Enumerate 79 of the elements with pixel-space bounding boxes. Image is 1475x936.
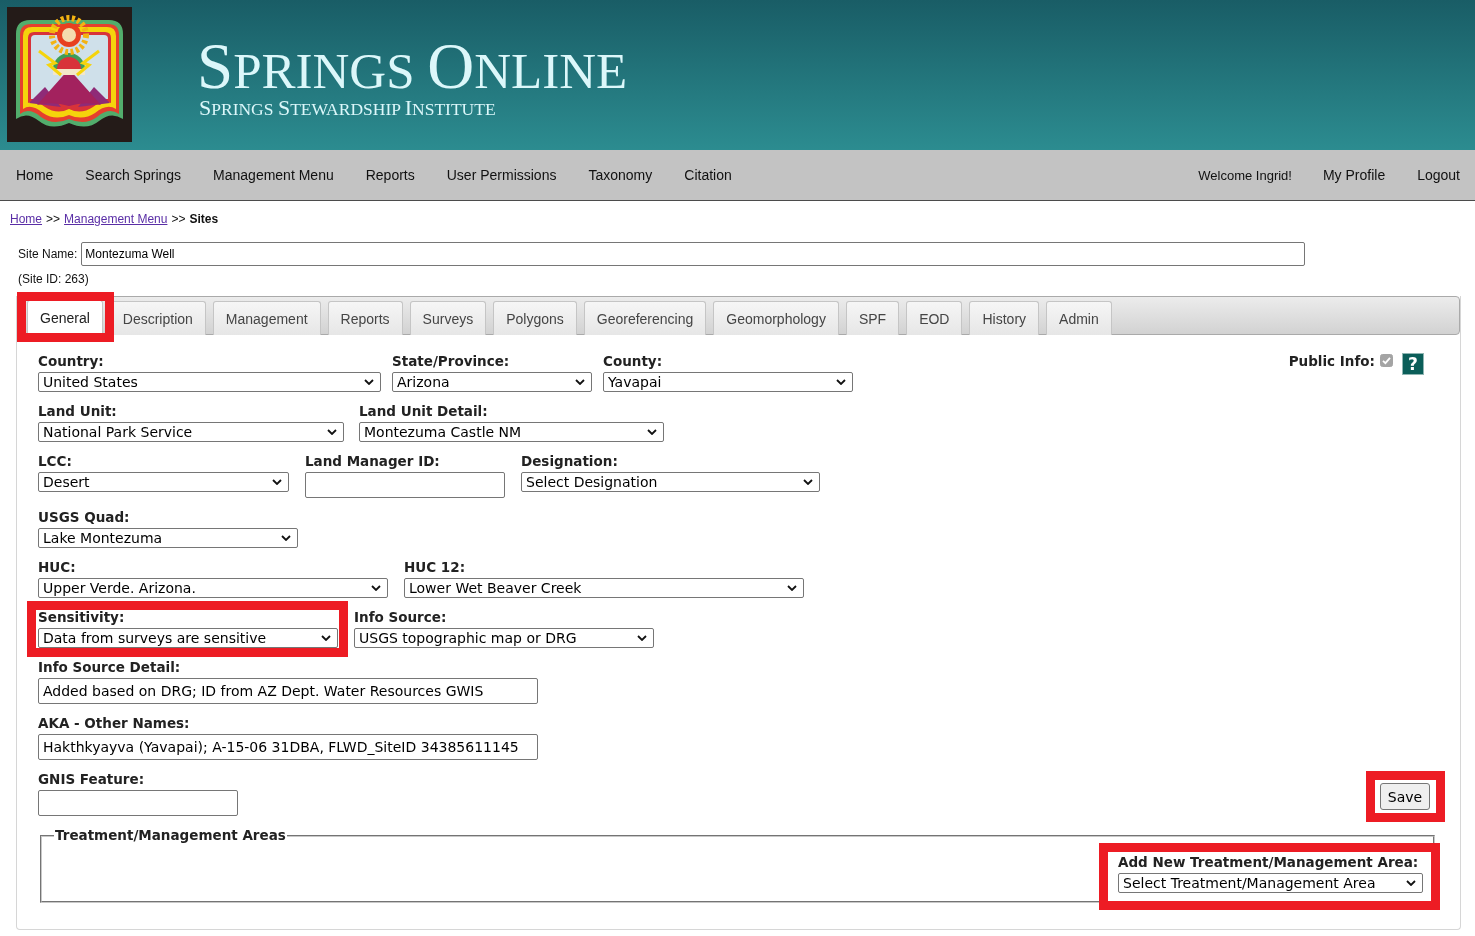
field-label: Country: <box>38 353 104 370</box>
text-field[interactable] <box>305 472 505 498</box>
field-label: AKA - Other Names: <box>38 715 190 732</box>
save-button[interactable]: Save <box>1380 783 1430 810</box>
field-label: Info Source Detail: <box>38 659 181 676</box>
field-label: GNIS Feature: <box>38 771 145 788</box>
dropdown-field[interactable]: National Park Service <box>38 422 344 442</box>
field-label: County: <box>603 353 663 370</box>
field-label: LCC: <box>38 453 72 470</box>
nav-link[interactable]: Management Menu <box>197 167 350 183</box>
dropdown-field[interactable]: Lake Montezuma <box>38 528 298 548</box>
chevron-down-icon <box>321 635 331 641</box>
text-field[interactable]: Hakthkyayva (Yavapai); A-15-06 31DBA, FLWD_SiteID 34385611145 <box>38 734 538 760</box>
nav-link[interactable]: My Profile <box>1306 167 1402 183</box>
breadcrumb-current: Sites <box>189 212 219 226</box>
field-label: Land Manager ID: <box>305 453 440 470</box>
dropdown-field[interactable]: Data from surveys are sensitive <box>38 628 338 648</box>
nav-link[interactable]: Citation <box>668 167 748 183</box>
text-field[interactable] <box>38 790 238 816</box>
nav-link[interactable]: Home <box>0 167 70 183</box>
dropdown-field[interactable]: USGS topographic map or DRG <box>354 628 654 648</box>
chevron-down-icon <box>1406 880 1416 886</box>
field-label: Public Info: <box>1288 353 1375 370</box>
dropdown-field[interactable]: United States <box>38 372 381 392</box>
nav-link[interactable]: Reports <box>349 167 431 183</box>
chevron-down-icon <box>836 379 846 385</box>
chevron-down-icon <box>787 585 797 591</box>
welcome-text: Welcome Ingrid! <box>1198 167 1292 183</box>
tab[interactable]: Geomorphology <box>713 301 839 335</box>
field-label: HUC: <box>38 559 76 576</box>
dropdown-field[interactable]: Upper Verde. Arizona. <box>38 578 388 598</box>
field-label: State/Province: <box>392 353 510 370</box>
tab[interactable]: History <box>969 301 1040 335</box>
field-label: Land Unit: <box>38 403 117 420</box>
dropdown-field[interactable]: Arizona <box>392 372 592 392</box>
chevron-down-icon <box>803 479 813 485</box>
breadcrumb-link[interactable]: Home <box>10 212 42 226</box>
tab[interactable]: EOD <box>906 301 963 335</box>
dropdown-field[interactable]: Montezuma Castle NM <box>359 422 664 442</box>
tab[interactable]: SPF <box>845 301 900 335</box>
chevron-down-icon <box>637 635 647 641</box>
tab[interactable]: Surveys <box>409 301 487 335</box>
field-label: Land Unit Detail: <box>359 403 488 420</box>
chevron-down-icon <box>647 429 657 435</box>
chevron-down-icon <box>364 379 374 385</box>
dropdown-field[interactable]: Yavapai <box>603 372 853 392</box>
field-label: USGS Quad: <box>38 509 130 526</box>
tab[interactable]: Georeferencing <box>583 301 707 335</box>
nav-link[interactable]: Taxonomy <box>572 167 669 183</box>
text-field[interactable]: Added based on DRG; ID from AZ Dept. Water Resources GWIS <box>38 678 538 704</box>
field-label: Add New Treatment/Management Area: <box>1118 854 1419 871</box>
chevron-down-icon <box>281 535 291 541</box>
tab[interactable]: Admin <box>1046 301 1112 335</box>
nav-link[interactable]: Logout <box>1401 167 1475 183</box>
chevron-down-icon <box>327 429 337 435</box>
dropdown-field[interactable]: Lower Wet Beaver Creek <box>404 578 804 598</box>
nav-link[interactable]: Search Springs <box>69 167 198 183</box>
site-id-text: (Site ID: 263) <box>17 272 90 286</box>
site-name-label: Site Name: <box>18 247 78 261</box>
site-name-field[interactable]: Montezuma Well <box>81 242 1306 266</box>
chevron-down-icon <box>371 585 381 591</box>
chevron-down-icon <box>575 379 585 385</box>
field-label: Sensitivity: <box>38 609 125 626</box>
fieldset-legend: Treatment/Management Areas <box>54 827 287 844</box>
nav-link[interactable]: User Permissions <box>430 167 573 183</box>
field-label: HUC 12: <box>404 559 466 576</box>
dropdown-field[interactable]: Select Designation <box>521 472 820 492</box>
breadcrumb-link[interactable]: Management Menu <box>64 212 168 226</box>
chevron-down-icon <box>272 479 282 485</box>
tab[interactable]: Management <box>212 301 321 335</box>
dropdown-field[interactable]: Select Treatment/Management Area <box>1118 873 1423 893</box>
breadcrumb-separator: >> <box>46 212 61 226</box>
field-label: Designation: <box>521 453 618 470</box>
tab[interactable]: Reports <box>327 301 403 335</box>
field-label: Info Source: <box>354 609 447 626</box>
tab[interactable]: Polygons <box>493 301 577 335</box>
breadcrumb-separator: >> <box>171 212 186 226</box>
dropdown-field[interactable]: Desert <box>38 472 289 492</box>
help-button[interactable]: ? <box>1402 353 1424 375</box>
